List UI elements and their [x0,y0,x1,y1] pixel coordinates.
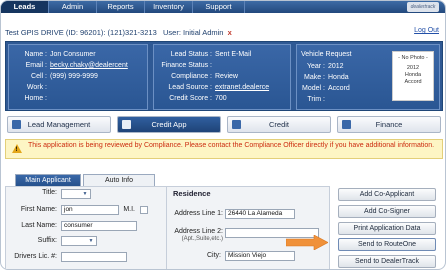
lead-management-button[interactable]: Lead Management [7,116,111,133]
lead-status-value: Sent E-Mail [215,51,252,58]
city-label: City: [207,252,221,259]
compliance-warning-banner: ! This application is being reviewed by … [5,139,443,159]
dealer-info: Test GPIS DRIVE (ID: 96201): (121)321-32… [5,28,157,37]
address-line2-label: Address Line 2: [174,228,223,235]
warning-text: This application is being reviewed by Co… [28,142,435,149]
pointer-arrow-icon [286,235,328,250]
middle-initial-label: M.I. [123,206,135,213]
logout-link[interactable]: Log Out [414,27,439,34]
trim-label: Trim : [307,96,325,103]
vehicle-year: 2012 [328,63,344,70]
send-to-routeone-button[interactable]: Send to RouteOne [338,238,436,251]
last-name-label: Last Name: [21,222,57,229]
consumer-name: Jon Consumer [50,51,96,58]
photo-make: Honda [404,72,422,78]
credit-score-label: Credit Score : [169,95,212,102]
no-photo-text: - No Photo - [398,55,428,61]
lead-source-label: Lead Source : [168,84,212,91]
lead-management-label: Lead Management [27,120,91,129]
chevron-down-icon: ▼ [88,238,94,244]
year-label: Year : [306,63,325,70]
model-label: Model : [302,85,325,92]
dealer-info-bar: Test GPIS DRIVE (ID: 96201): (121)321-32… [1,27,445,39]
work-label: Work : [26,84,47,91]
nav-tab-leads[interactable]: Leads [1,1,49,13]
vehicle-photo-placeholder: - No Photo - 2012 Honda Accord [392,51,434,101]
email-label: Email : [25,62,47,69]
address-line1-label: Address Line 1: [174,210,223,217]
compliance-label: Compliance : [171,73,212,80]
chevron-down-icon: ▼ [82,191,88,197]
nav-tab-inventory[interactable]: Inventory [145,1,193,13]
print-application-data-button[interactable]: Print Application Data [338,222,436,235]
consumer-cell: (999) 999-9999 [50,73,98,80]
tab-auto-info[interactable]: Auto Info [83,174,155,186]
first-name-label: First Name: [20,206,57,213]
nav-tab-support[interactable]: Support [193,1,245,13]
brand-logo: dealertrack [407,2,439,12]
credit-app-label: Credit App [151,120,187,129]
credit-button[interactable]: Credit [227,116,331,133]
finance-button[interactable]: Finance [337,116,441,133]
send-to-dealertrack-button[interactable]: Send to DealerTrack [338,255,436,268]
lead-status-label: Lead Status : [170,51,212,58]
suffix-label: Suffix: [37,237,57,244]
last-name-input[interactable]: consumer [61,221,137,231]
city-input[interactable]: Mission Viejo [225,251,295,261]
middle-initial-input[interactable] [140,206,148,214]
credit-label: Credit [268,120,289,129]
form-divider [166,186,167,269]
home-label: Home : [24,95,47,102]
finance-label: Finance [375,120,403,129]
warning-exclamation: ! [15,147,18,153]
photo-year: 2012 [406,65,420,71]
drivers-license-input[interactable] [61,252,127,262]
nav-tab-reports[interactable]: Reports [97,1,145,13]
lead-source-link[interactable]: extranet.dealerce [215,84,269,91]
tab-main-applicant[interactable]: Main Applicant [15,174,81,186]
cell-label: Cell : [31,73,47,80]
compliance-value: Review [215,73,238,80]
top-nav: Leads Admin Reports Inventory Support de… [1,1,445,13]
drivers-license-label: Drivers Lic. #: [14,253,57,260]
address-line1-input[interactable]: 26440 La Alameda [225,209,295,219]
title-label: Title: [42,189,57,196]
add-co-signer-button[interactable]: Add Co-Signer [338,205,436,218]
lead-status-box: Lead Status : Sent E-Mail Finance Status … [153,44,291,110]
nav-tab-admin[interactable]: Admin [49,1,97,13]
close-user-icon[interactable]: x [228,28,232,37]
consumer-box: Name : Jon Consumer Email : becky.chaky@de… [8,44,148,110]
credit-score-value: 700 [215,95,227,102]
make-label: Make : [303,74,325,81]
app-frame: Leads Admin Reports Inventory Support de… [0,0,446,270]
vehicle-box: Vehicle Request Year :2012 Make : Honda M… [296,44,440,110]
finance-status-label: Finance Status : [161,62,212,69]
vehicle-make: Honda [328,74,349,81]
vehicle-model: Accord [328,85,350,92]
add-co-applicant-button[interactable]: Add Co-Applicant [338,188,436,201]
photo-model: Accord [404,79,422,85]
name-label: Name : [24,51,47,58]
residence-title: Residence [173,189,211,198]
consumer-email-link[interactable]: becky.chaky@dealercent [50,62,128,69]
address-line2-hint: (Apt.,Suite,etc.) [181,236,223,242]
lead-summary-panel: Name : Jon Consumer Email : becky.chaky@de… [5,41,443,111]
credit-app-button[interactable]: Credit App [117,116,221,133]
first-name-input[interactable]: jon [61,205,119,215]
user-info: User: Initial Admin [163,28,224,37]
title-select[interactable]: ▼ [61,189,91,199]
vehicle-request-title: Vehicle Request [301,51,352,58]
suffix-select[interactable]: ▼ [61,236,97,246]
